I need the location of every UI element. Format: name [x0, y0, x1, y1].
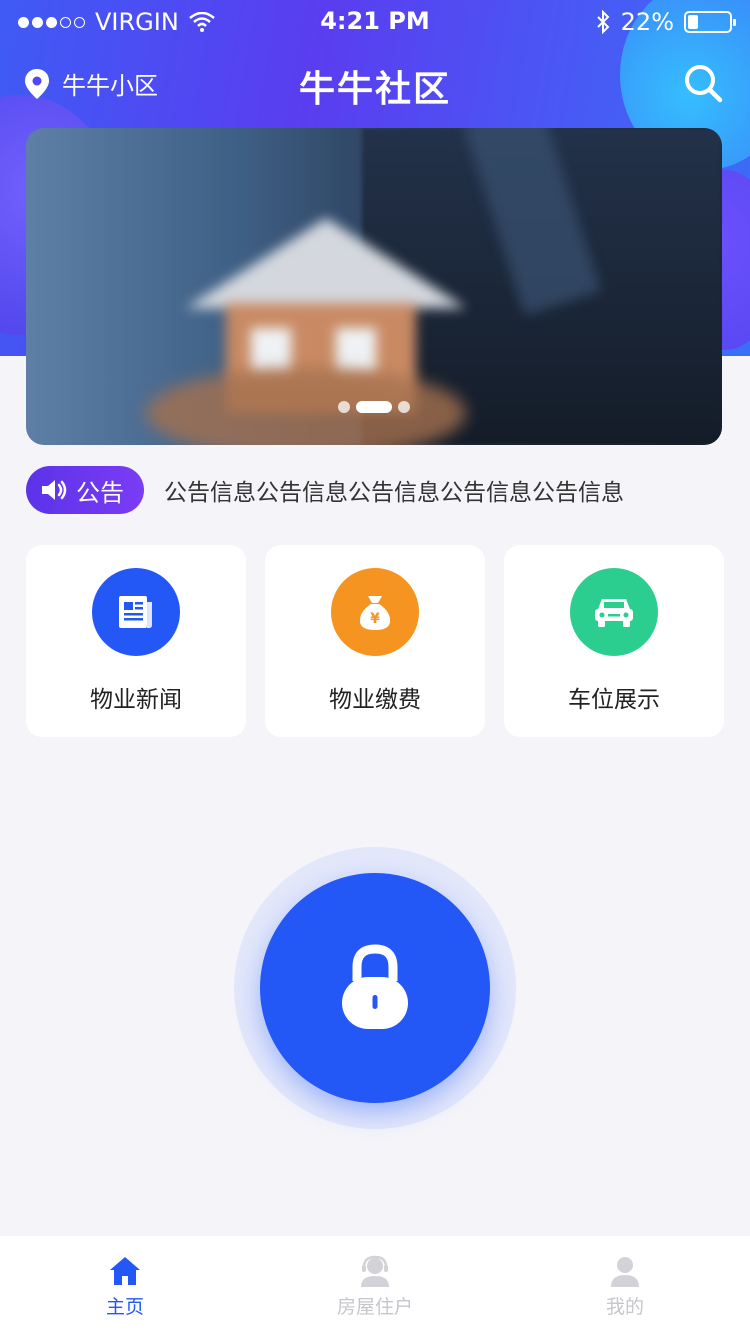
service-label: 物业新闻 [90, 687, 182, 713]
service-card-news[interactable]: 物业新闻 [26, 545, 246, 737]
tab-profile[interactable]: 我的 [500, 1236, 750, 1334]
unlock-button-halo [234, 847, 516, 1129]
search-button[interactable] [682, 62, 724, 104]
speaker-icon [42, 480, 67, 500]
battery-icon [684, 11, 736, 33]
page-title: 牛牛社区 [298, 69, 451, 110]
service-icon-circle [92, 568, 180, 656]
battery-percent: 22% [620, 8, 674, 36]
car-icon [595, 599, 633, 627]
service-icon-circle: ¥ [331, 568, 419, 656]
user-icon [611, 1257, 639, 1287]
service-label: 车位展示 [568, 687, 660, 713]
tab-label: 我的 [605, 1296, 644, 1318]
status-bar-right: 22% [595, 8, 736, 36]
tab-label: 房屋住户 [336, 1296, 413, 1318]
unlock-button[interactable] [260, 873, 490, 1103]
bluetooth-icon [596, 10, 610, 34]
notice-text[interactable]: 公告信息公告信息公告信息公告信息公告信息 [164, 473, 624, 507]
service-card-payment[interactable]: ¥ 物业缴费 [265, 545, 485, 737]
status-bar: VIRGIN 4:21 PM 22% [0, 0, 750, 42]
service-card-parking[interactable]: 车位展示 [504, 545, 724, 737]
tab-label: 主页 [105, 1296, 144, 1318]
service-grid: 物业新闻 ¥ 物业缴费 车位展示 [26, 545, 724, 737]
tab-bar: 主页 房屋住户 我的 [0, 1236, 750, 1334]
tab-home[interactable]: 主页 [0, 1236, 250, 1334]
carousel-dot[interactable] [398, 401, 410, 413]
money-bag-icon: ¥ [359, 596, 391, 630]
service-icon-circle [570, 568, 658, 656]
home-icon [110, 1257, 140, 1285]
svg-text:¥: ¥ [370, 611, 380, 627]
carousel-dot[interactable] [338, 401, 350, 413]
search-icon [685, 65, 723, 103]
resident-icon [361, 1255, 389, 1287]
newspaper-icon [119, 596, 152, 628]
notice-badge[interactable]: 公告 [26, 466, 144, 514]
nav-bar: 牛牛小区 牛牛社区 [0, 52, 750, 116]
banner-carousel[interactable] [26, 128, 722, 445]
carousel-indicator [26, 401, 722, 413]
tab-residents[interactable]: 房屋住户 [250, 1236, 500, 1334]
lock-icon [342, 944, 408, 1029]
notice-bar: 公告 公告信息公告信息公告信息公告信息公告信息 [26, 466, 726, 514]
carousel-dot-active[interactable] [356, 401, 392, 413]
service-label: 物业缴费 [329, 687, 421, 713]
notice-label: 公告 [76, 478, 124, 507]
